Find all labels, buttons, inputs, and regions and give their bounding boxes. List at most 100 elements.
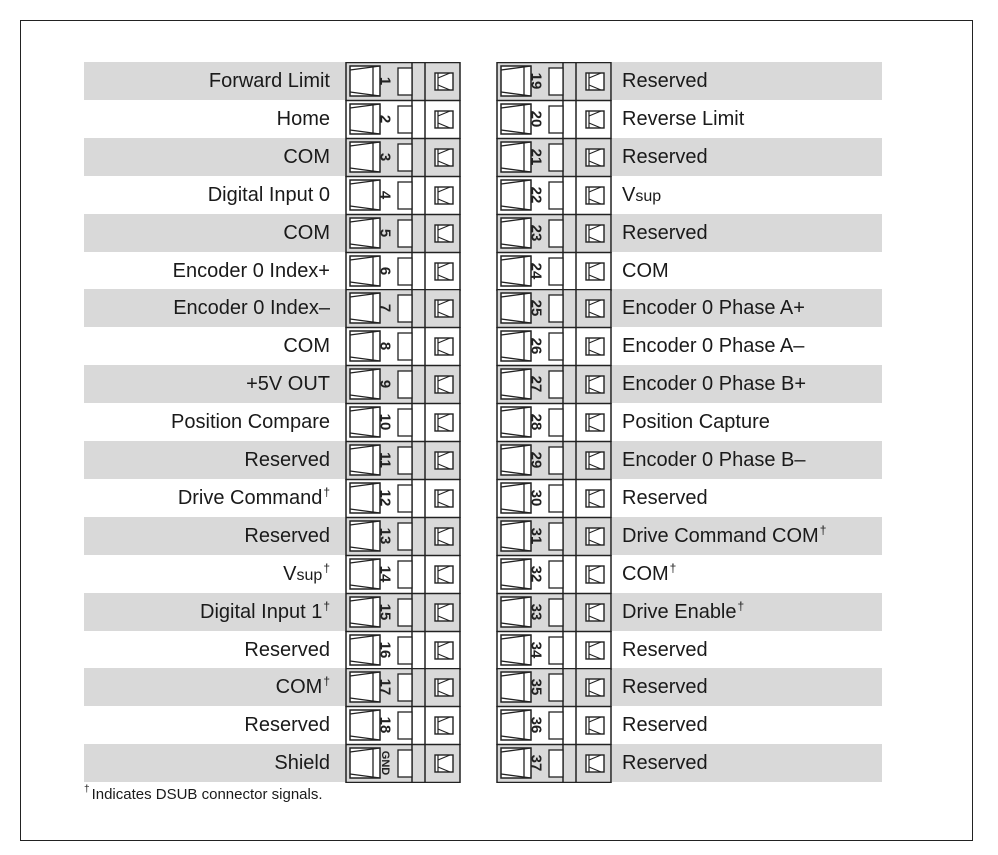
pin-number: 21 <box>528 148 545 165</box>
pin-number: 26 <box>528 338 545 355</box>
wire-slot-icon <box>548 484 564 513</box>
pin-row: 35 Reserved <box>0 668 998 708</box>
pin-row: 30 Reserved <box>0 478 998 518</box>
connector-icon <box>585 261 605 281</box>
screw-housing-icon <box>500 103 532 135</box>
terminal-block: 23 <box>496 213 612 253</box>
pin-row: 31 Drive Command COM† <box>0 516 998 556</box>
pin-row: 27 Encoder 0 Phase B+ <box>0 365 998 405</box>
screw-housing-icon <box>500 330 532 363</box>
pin-number: 32 <box>528 565 545 582</box>
signal-label: Encoder 0 Phase B+ <box>622 365 882 403</box>
connector-icon <box>585 299 605 319</box>
terminal-block: 33 <box>496 592 612 632</box>
terminal-block: 31 <box>496 516 612 556</box>
pin-row: 22 Vsup <box>0 175 998 215</box>
signal-name: Reserved <box>622 486 708 509</box>
signal-name: Encoder 0 Phase B– <box>622 449 806 471</box>
pin-number: 22 <box>528 186 545 203</box>
terminal-block: 21 <box>496 137 612 177</box>
wire-slot-icon <box>548 711 564 740</box>
pin-number: 27 <box>528 376 545 393</box>
signal-label: COM <box>622 252 882 290</box>
signal-label: Encoder 0 Phase B– <box>622 441 882 479</box>
wire-slot-icon <box>548 597 564 627</box>
connector-icon <box>585 716 605 735</box>
wire-slot-icon <box>548 673 564 703</box>
signal-name: Reserved <box>622 70 708 92</box>
wire-slot-icon <box>548 143 564 172</box>
wire-slot-icon <box>548 749 564 778</box>
signal-label: COM† <box>622 555 882 593</box>
signal-label: Drive Command COM† <box>622 517 882 555</box>
pin-row: 34 Reserved <box>0 630 998 670</box>
screw-housing-icon <box>500 368 532 400</box>
terminal-block: 22 <box>496 175 612 215</box>
pin-row: 32 COM† <box>0 554 998 594</box>
terminal-block: 32 <box>496 554 612 594</box>
wire-slot-icon <box>548 635 564 665</box>
pin-row: 36 Reserved <box>0 706 998 746</box>
signal-name: Drive Enable <box>622 600 737 623</box>
wire-slot-icon <box>548 332 564 361</box>
screw-housing-icon <box>500 709 532 742</box>
signal-label: Encoder 0 Phase A– <box>622 327 882 365</box>
signal-name: Reserved <box>622 676 708 699</box>
connector-icon <box>585 527 605 546</box>
dagger-mark: † <box>819 522 827 537</box>
terminal-block: 37 <box>496 744 612 784</box>
screw-housing-icon <box>500 671 532 704</box>
screw-housing-icon <box>500 557 532 590</box>
signal-label: Position Capture <box>622 403 882 441</box>
signal-name: Vsup <box>622 183 662 206</box>
pin-number: 19 <box>528 73 545 90</box>
dagger-mark: † <box>84 784 90 795</box>
connector-icon <box>585 678 605 698</box>
connector-icon <box>585 413 605 432</box>
screw-housing-icon <box>500 178 532 211</box>
pin-row: 21 Reserved <box>0 137 998 177</box>
signal-name: Reserved <box>622 221 708 244</box>
terminal-block: 34 <box>496 630 612 670</box>
pin-number: 31 <box>528 527 545 544</box>
connector-icon <box>585 754 605 773</box>
signal-label: Reserved <box>622 706 882 744</box>
signal-name: Encoder 0 Phase A– <box>622 335 805 358</box>
connector-icon <box>585 337 605 356</box>
signal-name: Drive Command COM <box>622 524 819 547</box>
pin-row: 24 COM <box>0 251 998 291</box>
signal-name: Reserved <box>622 714 708 737</box>
connector-icon <box>585 223 605 243</box>
signal-name: Encoder 0 Phase A+ <box>622 297 805 320</box>
pin-number: 23 <box>528 224 545 241</box>
screw-housing-icon <box>500 482 532 514</box>
connector-icon <box>585 72 605 91</box>
screw-housing-icon <box>500 216 532 249</box>
wire-slot-icon <box>548 294 564 324</box>
pin-number: 34 <box>528 641 545 658</box>
signal-label: Encoder 0 Phase A+ <box>622 289 882 327</box>
terminal-block: 29 <box>496 441 612 480</box>
footnote-text: Indicates DSUB connector signals. <box>91 786 323 803</box>
pin-row: 20 Reverse Limit <box>0 99 998 139</box>
connector-icon <box>585 148 605 167</box>
signal-label: Reserved <box>622 138 882 176</box>
connector-icon <box>585 564 605 584</box>
pin-row: 28 Position Capture <box>0 403 998 443</box>
screw-housing-icon <box>500 65 532 97</box>
terminal-block: 26 <box>496 327 612 367</box>
pin-row: 26 Encoder 0 Phase A– <box>0 327 998 367</box>
wire-slot-icon <box>548 560 564 589</box>
connector-icon <box>585 451 605 470</box>
dagger-mark: † <box>669 560 677 575</box>
pin-number: 25 <box>528 300 545 317</box>
pin-row: 29 Encoder 0 Phase B– <box>0 441 998 480</box>
signal-name: Encoder 0 Phase B+ <box>622 373 807 396</box>
signal-label: Reserved <box>622 668 882 706</box>
terminal-block: 24 <box>496 251 612 291</box>
footnote: † Indicates DSUB connector signals. <box>84 784 323 803</box>
signal-label: Vsup <box>622 176 882 214</box>
wire-slot-icon <box>548 67 564 96</box>
terminal-block: 25 <box>496 289 612 329</box>
signal-name: Position Capture <box>622 411 770 434</box>
